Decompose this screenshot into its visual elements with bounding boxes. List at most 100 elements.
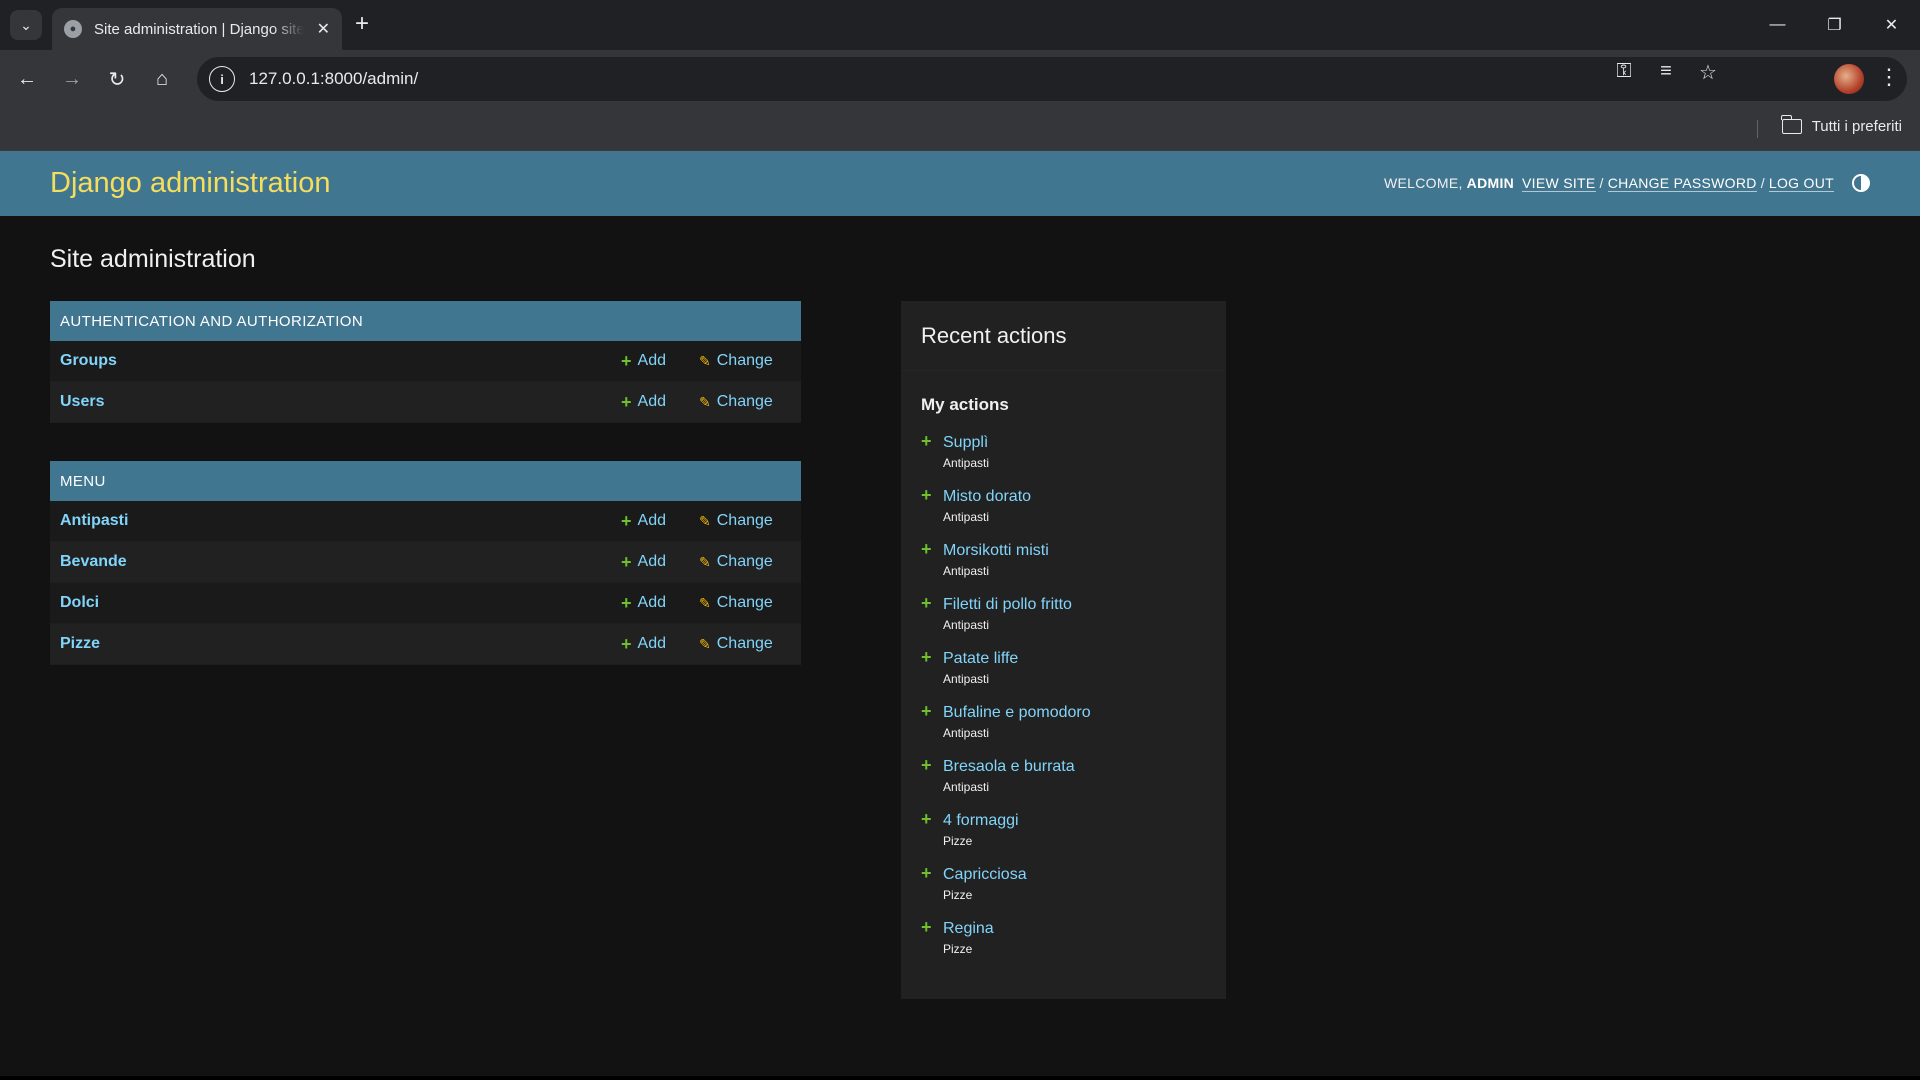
change-users-button[interactable]: ✎ Change [699,393,801,411]
bookmark-star-icon[interactable]: ☆ [1696,60,1720,85]
url-text[interactable]: 127.0.0.1:8000/admin/ [249,69,418,89]
model-link-antipasti[interactable]: Antipasti [60,512,621,530]
model-row-dolci: Dolci + Add ✎ Change [50,583,801,624]
recent-actions-panel: Recent actions My actions + Supplì Antipas… [901,301,1226,999]
recent-action-link[interactable]: 4 formaggi [943,812,1019,830]
addition-icon: + [921,917,932,937]
change-antipasti-button[interactable]: ✎ Change [699,512,801,530]
recent-action-category: Antipasti [943,726,990,740]
list-item: + Bufaline e pomodoro Antipasti [901,702,1226,758]
new-tab-icon[interactable]: + [355,12,369,36]
change-groups-button[interactable]: ✎ Change [699,352,801,370]
model-link-pizze[interactable]: Pizze [60,635,621,653]
user-tools: WELCOME, ADMIN VIEW SITE / CHANGE PASSWO… [1384,174,1870,192]
profile-avatar[interactable] [1834,64,1864,94]
list-item: + Misto dorato Antipasti [901,485,1226,542]
addition-icon: + [921,809,932,829]
theme-toggle-icon[interactable] [1852,174,1870,192]
model-link-dolci[interactable]: Dolci [60,594,621,612]
close-window-icon[interactable]: ✕ [1863,0,1920,50]
all-bookmarks-button[interactable]: Tutti i preferiti [1780,115,1902,135]
recent-actions-title: Recent actions [901,301,1226,371]
separator: / [1599,175,1604,191]
forward-icon[interactable]: → [57,64,87,94]
browser-menu-icon[interactable]: ⋮ [1878,64,1900,90]
model-row-users: Users + Add ✎ Change [50,382,801,423]
recent-action-link[interactable]: Supplì [943,434,988,452]
list-item: + Filetti di pollo fritto Antipasti [901,593,1226,650]
recent-action-link[interactable]: Filetti di pollo fritto [943,596,1072,614]
recent-action-link[interactable]: Patate liffe [943,650,1018,668]
recent-action-link[interactable]: Bufaline e pomodoro [943,704,1091,722]
change-dolci-button[interactable]: ✎ Change [699,594,801,612]
model-link-users[interactable]: Users [60,393,621,411]
addition-icon: + [921,485,932,505]
add-bevande-button[interactable]: + Add [621,553,699,571]
add-label: Add [637,393,666,410]
recent-action-link[interactable]: Capricciosa [943,866,1027,884]
recent-action-category: Pizze [943,834,973,848]
back-icon[interactable]: ← [12,64,42,94]
main-content: Site administration AUTHENTICATION AND A… [0,245,1920,999]
model-list: Antipasti + Add ✎ Change Bevande + Add ✎ Cha… [50,501,801,665]
change-bevande-button[interactable]: ✎ Change [699,553,801,571]
recent-action-category: Antipasti [943,672,990,686]
list-item: + Morsikotti misti Antipasti [901,540,1226,596]
recent-action-category: Antipasti [943,456,990,470]
add-users-button[interactable]: + Add [621,393,699,411]
addition-icon: + [921,863,932,883]
window-controls: — ❐ ✕ [1749,0,1920,50]
add-icon: + [621,634,632,654]
recent-action-link[interactable]: Regina [943,920,994,938]
recent-action-category: Antipasti [943,780,990,794]
log-out-link[interactable]: LOG OUT [1768,175,1834,192]
recent-action-link[interactable]: Morsikotti misti [943,542,1049,560]
add-antipasti-button[interactable]: + Add [621,512,699,530]
change-label: Change [716,594,773,611]
add-pizze-button[interactable]: + Add [621,635,699,653]
change-label: Change [716,352,773,369]
browser-tab-bar: ⌄ ● Site administration | Django site ad… [0,0,1920,50]
password-key-icon[interactable]: ⚿ [1612,60,1636,85]
tab-title: Site administration | Django site admin [94,20,304,38]
add-dolci-button[interactable]: + Add [621,594,699,612]
page-title: Site administration [50,245,256,273]
bookmarks-bar: Tutti i preferiti [0,108,1920,151]
recent-action-link[interactable]: Bresaola e burrata [943,758,1075,776]
all-bookmarks-label: Tutti i preferiti [1811,118,1902,135]
pencil-icon: ✎ [699,553,711,570]
module-caption[interactable]: MENU [50,461,801,501]
model-link-groups[interactable]: Groups [60,352,621,370]
module-auth: AUTHENTICATION AND AUTHORIZATION Groups … [50,301,801,423]
list-item: + Supplì Antipasti [901,432,1226,488]
change-label: Change [716,635,773,652]
addition-icon: + [921,593,932,613]
tab-close-icon[interactable]: ✕ [317,19,330,39]
module-caption[interactable]: AUTHENTICATION AND AUTHORIZATION [50,301,801,341]
model-list: Groups + Add ✎ Change Users + Add ✎ Change [50,341,801,423]
model-link-bevande[interactable]: Bevande [60,553,621,571]
site-branding[interactable]: Django administration [50,167,330,200]
model-row-bevande: Bevande + Add ✎ Change [50,542,801,583]
recent-action-link[interactable]: Misto dorato [943,488,1031,506]
view-site-link[interactable]: VIEW SITE [1522,175,1596,192]
bottom-edge [0,1076,1920,1080]
site-info-icon[interactable]: i [209,66,235,92]
folder-icon [1780,115,1802,134]
browser-tab[interactable]: ● Site administration | Django site admi… [52,8,342,50]
home-icon[interactable]: ⌂ [147,64,177,94]
minimize-icon[interactable]: — [1749,0,1806,50]
reload-icon[interactable]: ↻ [102,64,132,94]
change-label: Change [716,393,773,410]
change-password-link[interactable]: CHANGE PASSWORD [1607,175,1757,192]
add-groups-button[interactable]: + Add [621,352,699,370]
translate-icon[interactable]: ≡ [1654,60,1678,85]
recent-action-category: Pizze [943,888,973,902]
separator: / [1760,175,1765,191]
change-pizze-button[interactable]: ✎ Change [699,635,801,653]
pencil-icon: ✎ [699,512,711,529]
list-item: + Regina Pizze [901,917,1226,974]
tab-search-dropdown-icon[interactable]: ⌄ [10,10,42,40]
django-header: Django administration WELCOME, ADMIN VIE… [0,151,1920,216]
restore-icon[interactable]: ❐ [1806,0,1863,50]
